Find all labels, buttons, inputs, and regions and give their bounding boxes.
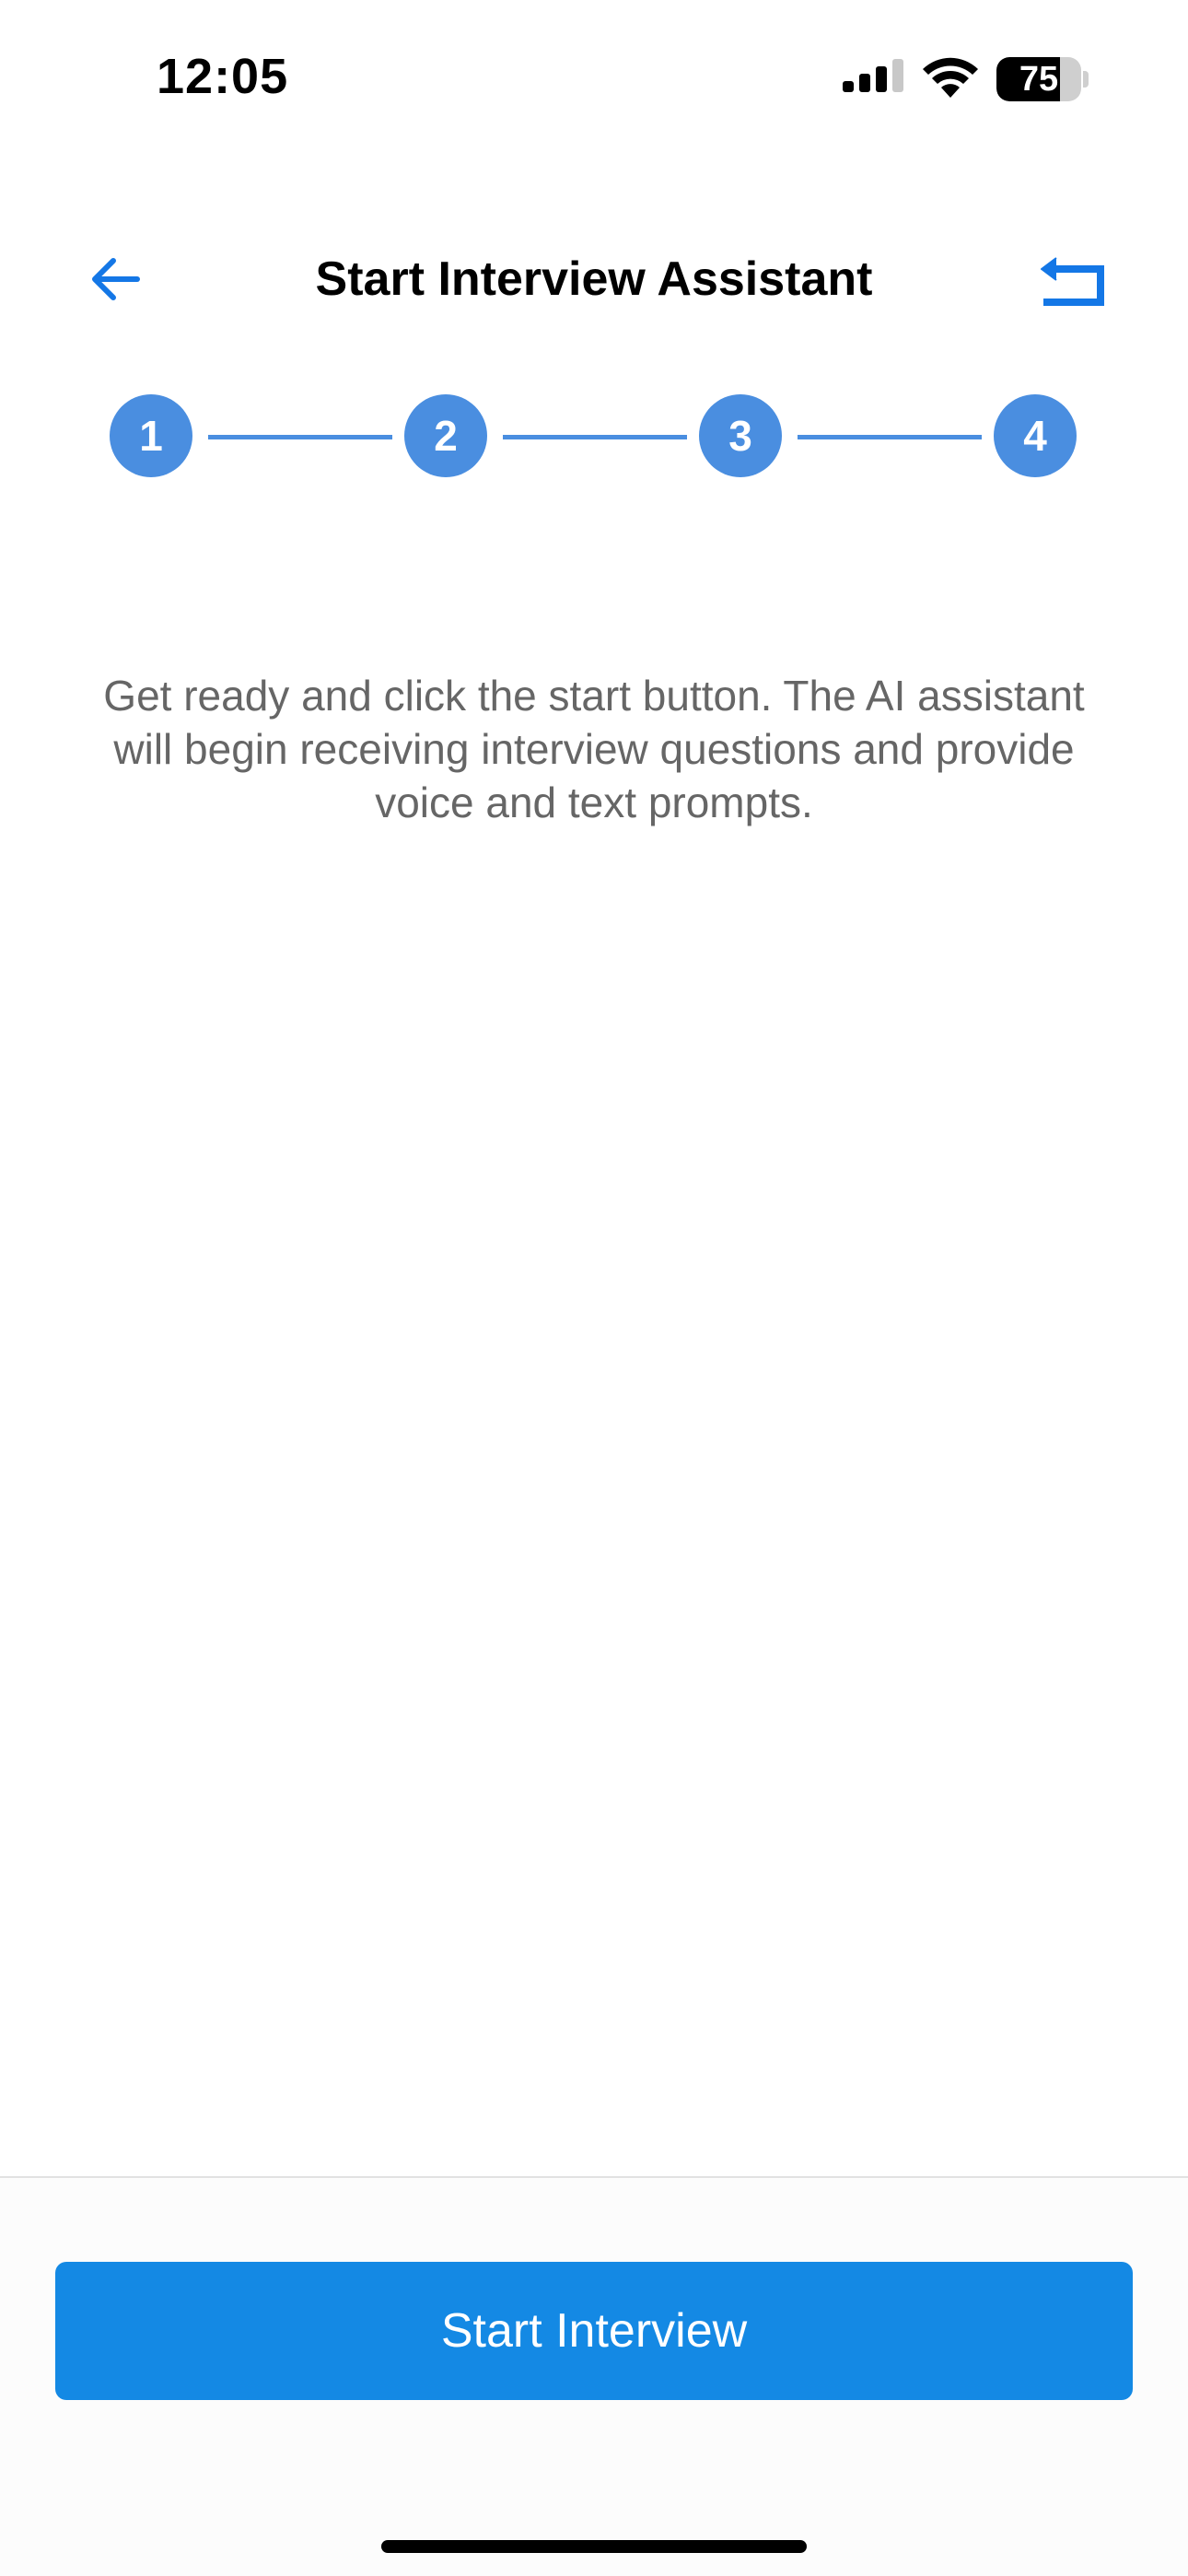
step-connector (503, 435, 687, 439)
step-connector (798, 435, 982, 439)
page-title: Start Interview Assistant (315, 252, 873, 306)
home-indicator (381, 2540, 807, 2553)
instructions-text: Get ready and click the start button. Th… (103, 672, 1085, 826)
return-icon (1041, 257, 1104, 306)
status-time: 12:05 (157, 49, 289, 104)
step-3: 3 (699, 394, 782, 477)
progress-stepper: 1 2 3 4 (0, 394, 1188, 479)
return-button[interactable] (1031, 251, 1109, 311)
battery-tip (1083, 71, 1089, 88)
step-4: 4 (994, 394, 1077, 477)
wifi-icon (923, 57, 978, 98)
step-2: 2 (404, 394, 487, 477)
step-connector (208, 435, 392, 439)
battery-indicator: 75 (996, 57, 1081, 101)
step-1: 1 (110, 394, 192, 477)
status-bar: 12:05 75 (0, 0, 1188, 157)
start-interview-button[interactable]: Start Interview (55, 2262, 1133, 2400)
cellular-signal-icon (843, 59, 903, 92)
battery-level-text: 75 (1019, 59, 1059, 99)
